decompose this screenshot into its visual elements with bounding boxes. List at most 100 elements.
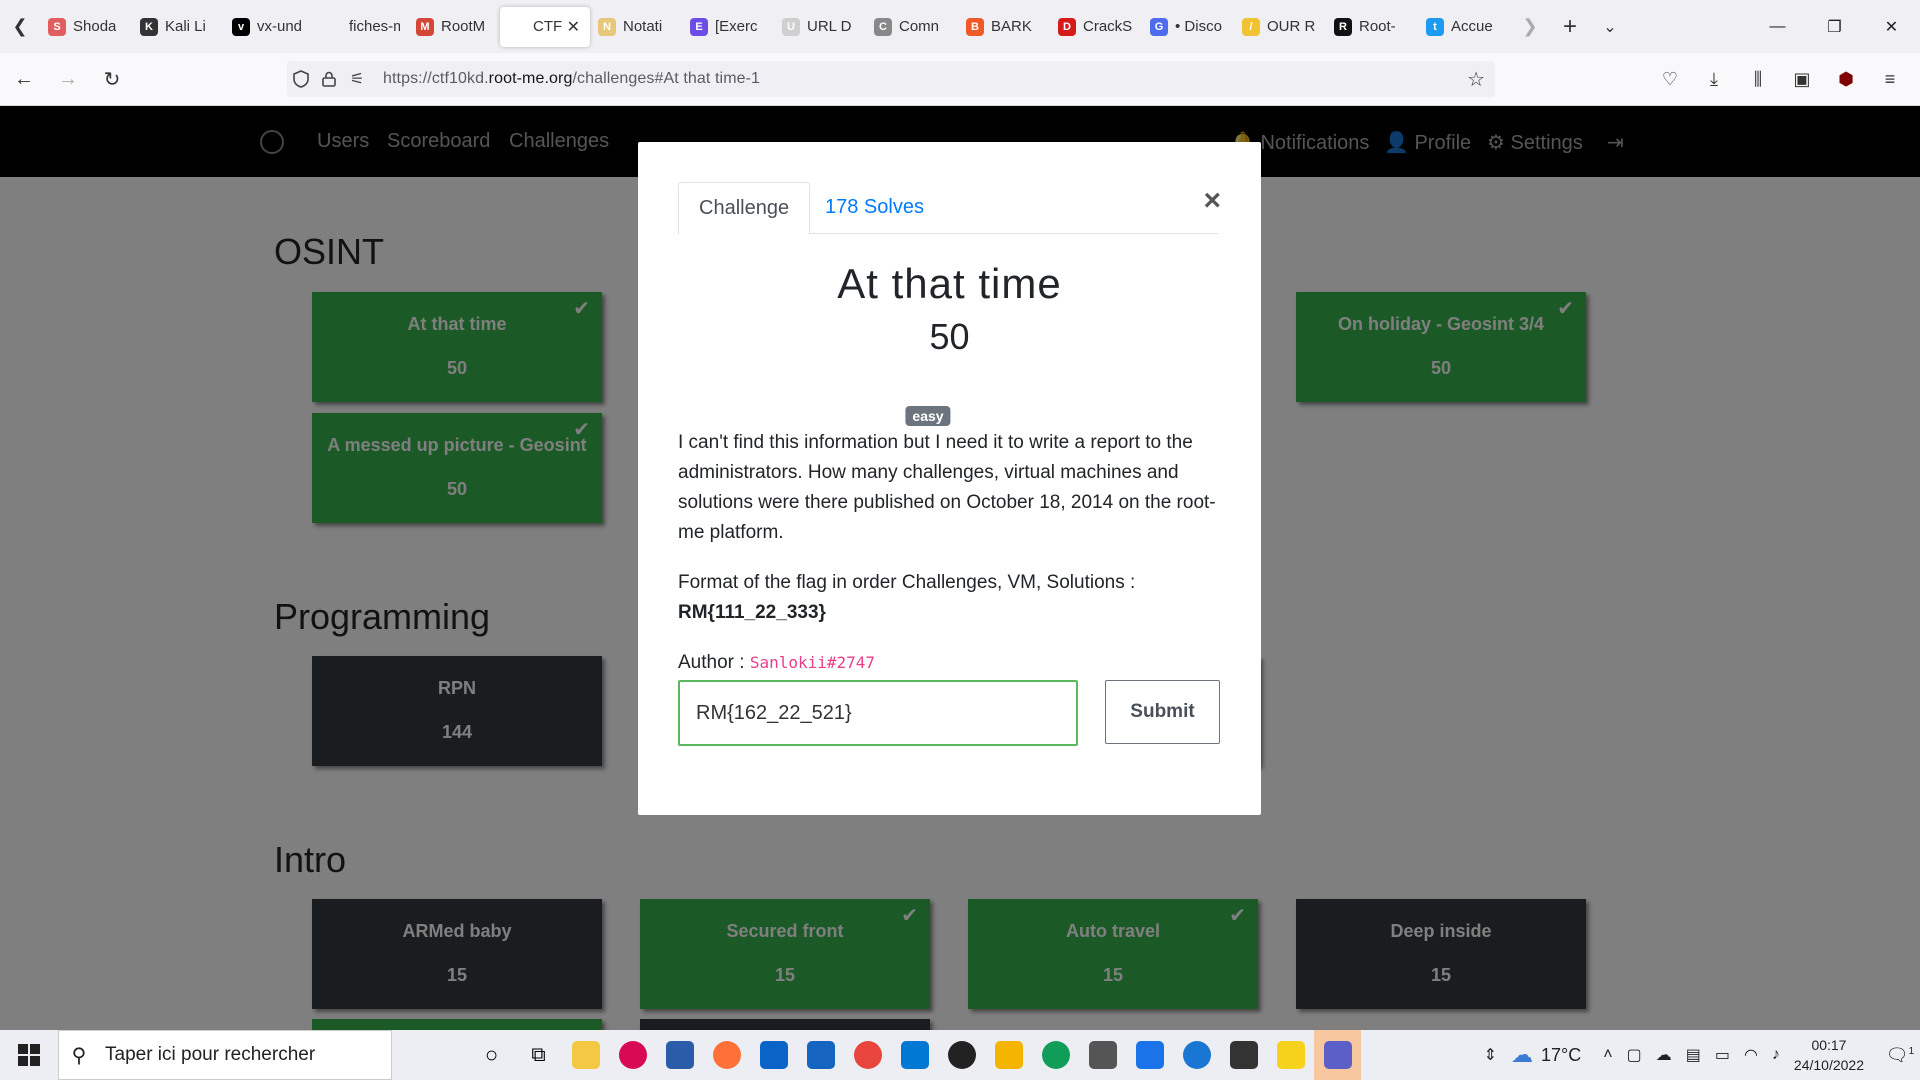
list-all-tabs-icon[interactable]: ⌄ — [1590, 17, 1630, 37]
app-icon[interactable] — [938, 1030, 985, 1080]
battery-icon[interactable]: ▭ — [1715, 1045, 1730, 1065]
weather-text[interactable]: 17°C — [1541, 1045, 1581, 1066]
tab-favicon-icon: / — [1242, 17, 1260, 36]
browser-tab[interactable]: N Notati — [590, 7, 682, 47]
weather-icon[interactable]: ☁ — [1511, 1042, 1533, 1068]
file-explorer-icon[interactable] — [562, 1030, 609, 1080]
app-icon[interactable] — [1079, 1030, 1126, 1080]
tab-scroll-right-icon[interactable]: ❯ — [1510, 0, 1550, 53]
submit-button[interactable]: Submit — [1105, 680, 1220, 744]
modal-close-icon[interactable]: × — [1203, 184, 1221, 218]
tray-cloud-icon[interactable]: ☁ — [1656, 1045, 1672, 1065]
browser-tab-strip: ❮ S Shoda K Kali Li v vx-und fiches-me M RootM CT… — [0, 0, 1920, 53]
description-text: I can't find this information but I need… — [678, 432, 1216, 543]
forward-icon[interactable]: → — [48, 59, 88, 99]
windows-taskbar: ⚲ Taper ici pour rechercher ○ ⧉ ⇕ ☁ 17°C… — [0, 1030, 1920, 1080]
player-icon[interactable] — [1267, 1030, 1314, 1080]
library-icon[interactable]: ⫼ — [1736, 61, 1780, 97]
browser-tab[interactable]: U URL D — [774, 7, 866, 47]
tab-favicon-icon: t — [1426, 17, 1444, 36]
flag-format: Format of the flag in order Challenges, … — [678, 572, 1136, 623]
wifi-icon[interactable]: ◠ — [1744, 1045, 1758, 1065]
browser-tab[interactable]: K Kali Li — [132, 7, 224, 47]
window-close-icon[interactable]: ✕ — [1863, 0, 1920, 53]
tray-display-icon[interactable]: ▤ — [1686, 1045, 1701, 1065]
tab-favicon-icon: C — [874, 17, 892, 36]
teams-icon[interactable] — [1314, 1030, 1361, 1080]
search-icon: ⚲ — [71, 1044, 87, 1067]
browser-tab[interactable]: S Shoda — [40, 7, 132, 47]
windows-start-icon[interactable] — [0, 1030, 58, 1080]
notification-center-icon[interactable]: 🗨1 — [1880, 1045, 1920, 1066]
lock-icon[interactable] — [315, 61, 343, 97]
browser-tab[interactable]: G • Disco — [1142, 7, 1234, 47]
restore-icon[interactable]: ❐ — [1806, 0, 1863, 53]
taskbar-apps: ○ ⧉ — [468, 1030, 1361, 1080]
challenge-description: I can't find this information but I need… — [678, 428, 1223, 698]
browser-tab[interactable]: B BARK — [958, 7, 1050, 47]
back-icon[interactable]: ← — [4, 59, 44, 99]
tab-solves[interactable]: 178 Solves — [805, 182, 944, 235]
tab-title: RootM — [441, 18, 486, 35]
tab-title: CTF — [533, 18, 563, 35]
vscode-icon[interactable] — [891, 1030, 938, 1080]
tab-title: CrackS — [1083, 18, 1133, 35]
pocket-icon[interactable]: ♡ — [1648, 61, 1692, 97]
taskbar-search[interactable]: ⚲ Taper ici pour rechercher — [58, 1030, 392, 1080]
minimize-icon[interactable]: — — [1749, 0, 1806, 53]
tray-expand-icon[interactable]: ˄ — [1603, 1046, 1612, 1064]
tab-close-icon[interactable]: ✕ — [567, 17, 580, 37]
browser-tab[interactable]: t Accue — [1418, 7, 1510, 47]
menu-icon[interactable]: ≡ — [1868, 61, 1912, 97]
tray-device-icon[interactable]: ▢ — [1627, 1045, 1642, 1065]
shield-icon[interactable] — [287, 61, 315, 97]
browser-tab[interactable]: R Root- — [1326, 7, 1418, 47]
browser-tab[interactable]: D CrackS — [1050, 7, 1142, 47]
ublock-icon[interactable]: ⬢ — [1824, 61, 1868, 97]
clock[interactable]: 00:17 24/10/2022 — [1794, 1035, 1864, 1075]
tab-favicon-icon: R — [1334, 17, 1352, 36]
edge-icon[interactable] — [1032, 1030, 1079, 1080]
outlook-icon[interactable] — [750, 1030, 797, 1080]
linux-icon[interactable] — [985, 1030, 1032, 1080]
audio-icon[interactable] — [1220, 1030, 1267, 1080]
url-text[interactable]: https://ctf10kd.root-me.org/challenges#A… — [383, 70, 760, 88]
powershell-icon[interactable] — [656, 1030, 703, 1080]
reload-icon[interactable]: ↻ — [92, 59, 132, 99]
tab-favicon-icon — [508, 17, 526, 36]
downloads-icon[interactable]: ⤓ — [1692, 61, 1736, 97]
bitwarden-icon[interactable]: ▣ — [1780, 61, 1824, 97]
permissions-icon[interactable]: ⚟ — [343, 61, 371, 97]
browser-tab[interactable]: fiches-me — [316, 7, 408, 47]
tray-scroll-icon[interactable]: ⇕ — [1484, 1045, 1497, 1065]
tab-scroll-left-icon[interactable]: ❮ — [0, 0, 40, 53]
challenge-title: At that time — [837, 260, 1062, 307]
flag-format-example: RM{111_22_333} — [678, 602, 826, 623]
browser-tab[interactable]: / OUR R — [1234, 7, 1326, 47]
browser-tab[interactable]: C Comn — [866, 7, 958, 47]
firefox-icon[interactable] — [703, 1030, 750, 1080]
difficulty-badge: easy — [905, 406, 951, 426]
address-bar[interactable]: ⚟ https://ctf10kd.root-me.org/challenges… — [287, 61, 1495, 97]
tab-favicon-icon — [324, 17, 342, 36]
bookmark-star-icon[interactable]: ☆ — [1467, 67, 1485, 92]
chrome-icon[interactable] — [844, 1030, 891, 1080]
tab-challenge[interactable]: Challenge — [678, 182, 811, 235]
browser-tab[interactable]: E [Exerc — [682, 7, 774, 47]
new-tab-icon[interactable]: + — [1550, 13, 1590, 41]
task-view-icon[interactable]: ⧉ — [515, 1030, 562, 1080]
tab-favicon-icon: S — [48, 17, 66, 36]
maps-icon[interactable] — [1173, 1030, 1220, 1080]
app-icon[interactable] — [1126, 1030, 1173, 1080]
flag-input[interactable]: RM{162_22_521} — [678, 680, 1078, 746]
debian-icon[interactable] — [609, 1030, 656, 1080]
browser-tab[interactable]: M RootM — [408, 7, 500, 47]
cortana-icon[interactable]: ○ — [468, 1030, 515, 1080]
tab-favicon-icon: v — [232, 17, 250, 36]
tab-favicon-icon: D — [1058, 17, 1076, 36]
browser-tab[interactable]: v vx-und — [224, 7, 316, 47]
volume-icon[interactable]: ♪ — [1772, 1046, 1780, 1064]
app-icon[interactable] — [797, 1030, 844, 1080]
tab-favicon-icon: G — [1150, 17, 1168, 36]
browser-tab[interactable]: CTF ✕ — [500, 6, 590, 47]
